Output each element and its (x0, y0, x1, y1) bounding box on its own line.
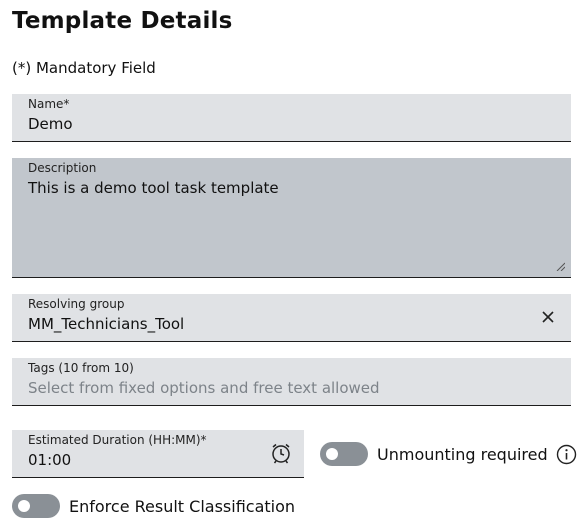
alarm-clock-icon[interactable] (270, 442, 292, 464)
description-field-label: Description (28, 161, 97, 175)
name-field-value[interactable]: Demo (28, 115, 73, 133)
resolving-group-label: Resolving group (28, 297, 125, 311)
resize-handle-icon[interactable] (555, 261, 565, 271)
unmounting-required-toggle[interactable] (320, 442, 368, 466)
enforce-result-classification-control: Enforce Result Classification (12, 494, 295, 518)
name-field-label: Name* (28, 97, 70, 111)
estimated-duration-label: Estimated Duration (HH:MM)* (28, 433, 207, 447)
description-field-value[interactable]: This is a demo tool task template (28, 179, 279, 197)
tags-field-label: Tags (10 from 10) (28, 361, 134, 375)
resolving-group-value[interactable]: MM_Technicians_Tool (28, 315, 184, 333)
estimated-duration-field[interactable]: Estimated Duration (HH:MM)* 01:00 (12, 430, 304, 478)
description-field[interactable]: Description This is a demo tool task tem… (12, 158, 571, 278)
tags-field-placeholder[interactable]: Select from fixed options and free text … (28, 379, 380, 397)
unmounting-required-label: Unmounting required (377, 444, 548, 464)
estimated-duration-value[interactable]: 01:00 (28, 451, 71, 469)
resolving-group-field[interactable]: Resolving group MM_Technicians_Tool (12, 294, 571, 342)
mandatory-field-note: (*) Mandatory Field (12, 59, 156, 77)
unmounting-required-control: Unmounting required (320, 442, 577, 466)
enforce-result-classification-label: Enforce Result Classification (69, 496, 296, 516)
toggle-knob (326, 448, 338, 460)
name-field[interactable]: Name* Demo (12, 94, 571, 142)
tags-field[interactable]: Tags (10 from 10) Select from fixed opti… (12, 358, 571, 406)
info-icon[interactable] (556, 444, 577, 465)
toggle-knob (18, 500, 30, 512)
close-icon[interactable] (541, 310, 555, 324)
page-title: Template Details (12, 8, 233, 34)
enforce-result-classification-toggle[interactable] (12, 494, 60, 518)
